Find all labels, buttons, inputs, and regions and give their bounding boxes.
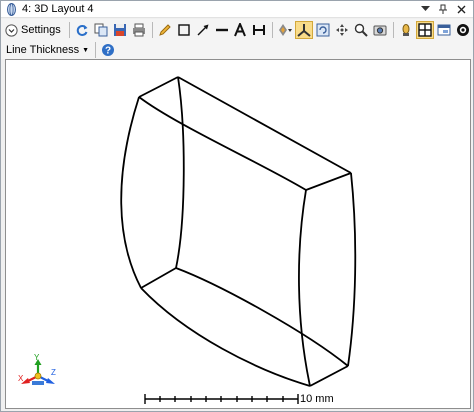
- lens-edge-left-outer: [120, 96, 142, 289]
- toolbar-separator: [151, 22, 153, 38]
- toolbar-separator: [95, 42, 97, 58]
- secondary-toolbar: Line Thickness ▼ ?: [1, 41, 473, 59]
- text-icon[interactable]: [232, 21, 250, 39]
- axis-label-z: Z: [51, 368, 56, 377]
- lens-icon[interactable]: [397, 21, 415, 39]
- lens-wireframe: Y X Z: [18, 76, 357, 404]
- scale-bar: [144, 394, 299, 404]
- lens-edge-top-right: [177, 76, 352, 174]
- layout-icon[interactable]: [416, 21, 435, 39]
- lens-edge-left-inner: [175, 76, 185, 269]
- toolbar: Settings: [1, 19, 473, 41]
- settings-label: Settings: [21, 24, 61, 36]
- rectangle-icon[interactable]: [175, 21, 193, 39]
- rotate-tool-icon[interactable]: [276, 21, 294, 39]
- line-thickness-dropdown[interactable]: Line Thickness ▼: [6, 42, 92, 58]
- refresh-icon[interactable]: [73, 21, 91, 39]
- scale-bar-label: 10 mm: [300, 393, 334, 405]
- line-thickness-label: Line Thickness: [6, 44, 80, 56]
- arrow-icon[interactable]: [194, 21, 212, 39]
- zoom-icon[interactable]: [352, 21, 370, 39]
- lens-edge-bottom-right: [309, 365, 349, 387]
- lock-icon[interactable]: [454, 21, 472, 39]
- window-title: 4: 3D Layout 4: [22, 3, 94, 15]
- chevron-down-icon: ▼: [82, 46, 90, 54]
- settings-button[interactable]: Settings: [4, 21, 64, 39]
- axis-icon[interactable]: [295, 21, 314, 39]
- pan-icon[interactable]: [333, 21, 351, 39]
- lens-edge-top-face-right: [305, 172, 352, 191]
- line-icon[interactable]: [213, 21, 231, 39]
- toolbar-separator: [272, 22, 274, 38]
- close-icon[interactable]: [453, 2, 469, 16]
- lens-edge-right-inner: [298, 189, 311, 387]
- window-icon[interactable]: [435, 21, 453, 39]
- print-icon[interactable]: [130, 21, 148, 39]
- lens-edge-bottom-front: [140, 287, 311, 387]
- pencil-icon[interactable]: [156, 21, 174, 39]
- help-icon[interactable]: ?: [99, 41, 117, 59]
- lens-edge-bottom-back: [175, 267, 349, 367]
- dimension-icon[interactable]: [250, 21, 268, 39]
- dropdown-arrow-icon[interactable]: [417, 2, 433, 16]
- lens-edge-top-left: [138, 76, 179, 98]
- lens-edge-top-front: [138, 96, 307, 191]
- layout-window: 4: 3D Layout 4 Settings Line Thickness ▼…: [0, 0, 474, 412]
- axis-label-y: Y: [34, 353, 40, 362]
- title-bar: 4: 3D Layout 4: [1, 1, 473, 18]
- toolbar-separator: [68, 22, 70, 38]
- save-icon[interactable]: [111, 21, 129, 39]
- orbit-icon[interactable]: [314, 21, 332, 39]
- axis-label-x: X: [18, 374, 24, 383]
- lens-edge-right-outer: [347, 172, 357, 367]
- pin-icon[interactable]: [435, 2, 451, 16]
- copy-icon[interactable]: [92, 21, 110, 39]
- 3d-viewport[interactable]: Y X Z 10 mm: [5, 59, 471, 409]
- toolbar-separator: [393, 22, 395, 38]
- expand-circle-icon: [5, 23, 18, 37]
- axis-triad-icon: Y X Z: [18, 353, 56, 385]
- lens-edge-bottom-left: [140, 267, 177, 289]
- svg-text:?: ?: [105, 46, 111, 57]
- 3d-layout-icon: [7, 2, 16, 16]
- camera-icon[interactable]: [371, 21, 389, 39]
